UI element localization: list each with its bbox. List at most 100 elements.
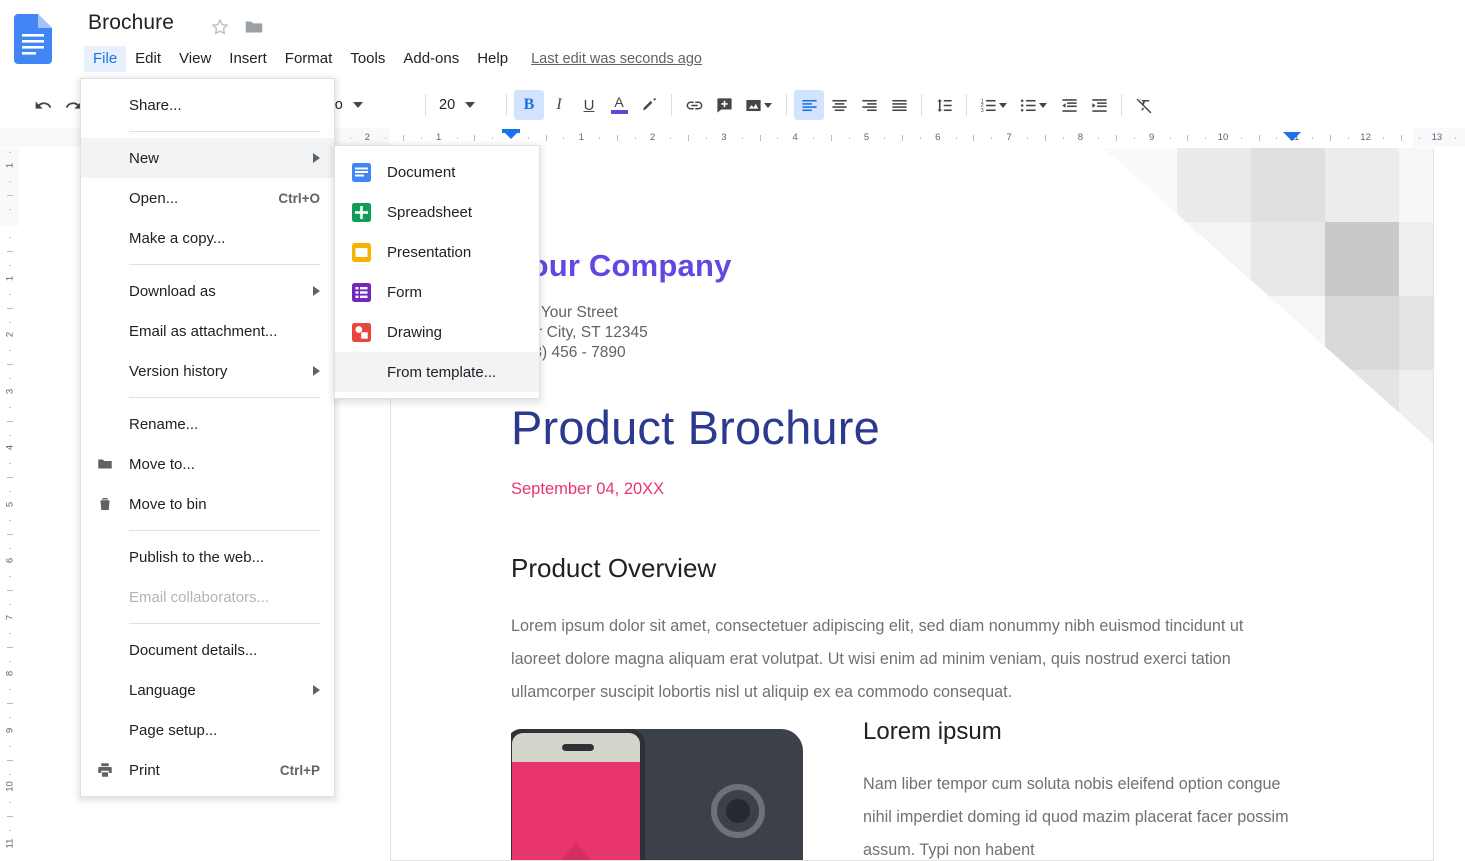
file-menu-item-version-history[interactable]: Version history: [81, 351, 334, 391]
pattern-cell: [1399, 370, 1433, 443]
insert-link-icon[interactable]: [679, 90, 709, 120]
file-menu-item-share[interactable]: Share...: [81, 85, 334, 125]
file-menu-item-rename[interactable]: Rename...: [81, 404, 334, 444]
line-spacing-icon[interactable]: [929, 90, 959, 120]
file-menu-item-move-to[interactable]: Move to...: [81, 444, 334, 484]
last-edit-status[interactable]: Last edit was seconds ago: [531, 51, 702, 67]
ruler-tick-label: 10: [1217, 132, 1229, 143]
ruler-tick-label: 13: [1431, 132, 1443, 143]
file-menu-item-download-as[interactable]: Download as: [81, 271, 334, 311]
align-center-icon[interactable]: [824, 90, 854, 120]
submenu-item-label: From template...: [387, 363, 497, 381]
highlight-pen-icon[interactable]: [634, 90, 664, 120]
new-submenu-item-spreadsheet[interactable]: Spreadsheet: [335, 192, 539, 232]
align-left-icon[interactable]: [794, 90, 824, 120]
right-indent-marker[interactable]: [1283, 132, 1301, 141]
first-line-indent-marker[interactable]: [502, 129, 520, 133]
file-menu-item-open[interactable]: Open... Ctrl+O: [81, 178, 334, 218]
ruler-tick: [7, 816, 13, 818]
menu-item-label: Language: [129, 681, 196, 699]
chevron-down-icon: [465, 102, 476, 108]
ruler-tick: [9, 660, 11, 662]
ruler-tick: [1169, 137, 1171, 139]
pattern-cell: [1177, 370, 1251, 443]
undo-icon[interactable]: [28, 90, 58, 120]
pattern-cell: [1177, 296, 1251, 370]
bold-button[interactable]: B: [514, 90, 544, 120]
ruler-tick: [688, 135, 690, 141]
document-page[interactable]: Your Company 123 Your Street Your City, …: [390, 148, 1434, 861]
ruler-tick-label: 8: [1077, 132, 1084, 143]
menu-help[interactable]: Help: [468, 46, 517, 72]
submenu-item-label: Spreadsheet: [387, 203, 473, 221]
ruler-tick: [1383, 137, 1385, 139]
ruler-tick: [7, 590, 13, 592]
file-menu-item-document-details[interactable]: Document details...: [81, 630, 334, 670]
new-submenu-item-form[interactable]: Form: [335, 272, 539, 312]
folder-icon[interactable]: [243, 16, 265, 43]
underline-button[interactable]: U: [574, 90, 604, 120]
italic-label: I: [556, 96, 562, 113]
ruler-tick: [955, 137, 957, 139]
insert-image-icon[interactable]: [739, 90, 779, 120]
ruler-tick: [9, 237, 11, 239]
numbered-list-icon[interactable]: 123: [974, 90, 1014, 120]
ruler-tick: [9, 180, 11, 182]
company-name: Your Company: [511, 248, 732, 283]
align-right-icon[interactable]: [854, 90, 884, 120]
pattern-cell: [1325, 370, 1399, 443]
menu-insert[interactable]: Insert: [220, 46, 276, 72]
star-outline-icon[interactable]: [209, 16, 231, 43]
underline-label: U: [583, 96, 595, 114]
pattern-cell: [1399, 148, 1433, 222]
pattern-cell: [1325, 296, 1399, 370]
document-title[interactable]: Brochure: [88, 11, 174, 35]
ruler-tick: [9, 463, 11, 465]
pattern-cell: [1177, 148, 1251, 222]
google-slides-icon: [335, 242, 387, 262]
ruler-tick-label: 1: [4, 162, 16, 168]
file-menu-item-new[interactable]: New: [81, 138, 334, 178]
font-size-value: 20: [439, 97, 456, 113]
menu-item-label: Download as: [129, 282, 216, 300]
trash-icon: [81, 495, 129, 513]
new-submenu-item-drawing[interactable]: Drawing: [335, 312, 539, 352]
menu-add-ons[interactable]: Add-ons: [394, 46, 468, 72]
ruler-tick-label: 3: [4, 388, 16, 394]
chevron-down-icon: [998, 102, 1007, 108]
add-comment-icon[interactable]: [709, 90, 739, 120]
google-docs-icon[interactable]: [14, 14, 52, 64]
increase-indent-icon[interactable]: [1084, 90, 1114, 120]
menu-item-label: Email collaborators...: [129, 588, 270, 606]
font-size-select[interactable]: 20: [433, 91, 499, 119]
new-submenu-item-from-template[interactable]: From template...: [335, 352, 539, 392]
menu-item-label: Share...: [129, 96, 182, 114]
chevron-down-icon: [1038, 102, 1047, 108]
body-paragraph: Lorem ipsum dolor sit amet, consectetuer…: [511, 617, 1244, 701]
file-menu-item-publish-to-the-web[interactable]: Publish to the web...: [81, 537, 334, 577]
vertical-ruler[interactable]: 1 1 2 3 4 5 6 7 8 9 10 11: [0, 148, 20, 861]
new-submenu-item-presentation[interactable]: Presentation: [335, 232, 539, 272]
ruler-tick: [670, 137, 672, 139]
clear-formatting-icon[interactable]: [1129, 90, 1159, 120]
file-menu-item-page-setup[interactable]: Page setup...: [81, 710, 334, 750]
new-submenu-item-document[interactable]: Document: [335, 152, 539, 192]
menu-format[interactable]: Format: [276, 46, 342, 72]
ruler-tick: [9, 321, 11, 323]
italic-button[interactable]: I: [544, 90, 574, 120]
menu-tools[interactable]: Tools: [341, 46, 394, 72]
file-menu-item-email-as-attachment[interactable]: Email as attachment...: [81, 311, 334, 351]
align-justify-icon[interactable]: [884, 90, 914, 120]
menu-file[interactable]: File: [84, 46, 127, 72]
file-menu-item-move-to-bin[interactable]: Move to bin: [81, 484, 334, 524]
pattern-cell: [1325, 222, 1399, 296]
menu-view[interactable]: View: [170, 46, 220, 72]
file-menu-item-make-a-copy[interactable]: Make a copy...: [81, 218, 334, 258]
text-color-button[interactable]: A: [604, 90, 634, 120]
file-menu-item-print[interactable]: Print Ctrl+P: [81, 750, 334, 790]
menu-edit[interactable]: Edit: [126, 46, 170, 72]
pattern-cell: [1325, 148, 1399, 222]
bulleted-list-icon[interactable]: [1014, 90, 1054, 120]
file-menu-item-language[interactable]: Language: [81, 670, 334, 710]
decrease-indent-icon[interactable]: [1054, 90, 1084, 120]
